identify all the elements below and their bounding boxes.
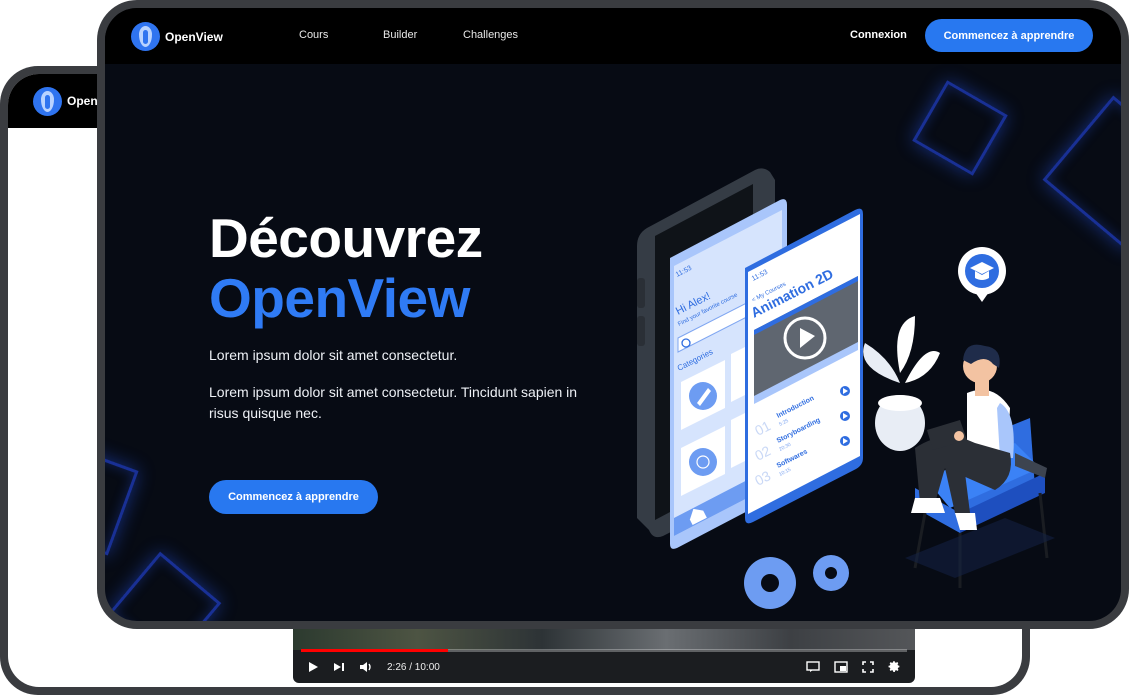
video-right-controls	[806, 660, 901, 675]
miniplayer-icon[interactable]	[834, 660, 848, 675]
neon-square-decoration	[912, 80, 1008, 176]
fullscreen-icon[interactable]	[862, 660, 874, 675]
volume-icon[interactable]	[359, 661, 373, 675]
front-tablet-frame: OpenView Cours Builder Challenges Connex…	[97, 0, 1129, 629]
hero-paragraph-2: Lorem ipsum dolor sit amet consectetur. …	[209, 384, 578, 421]
video-time: 2:26 / 10:00	[387, 662, 440, 673]
hero-title-line1: Découvrez	[209, 207, 483, 269]
neon-square-decoration	[108, 551, 222, 621]
brand-name[interactable]: OpenView	[165, 30, 223, 44]
graduation-cap-icon	[958, 247, 1006, 302]
settings-icon[interactable]	[888, 660, 901, 675]
nav-link-challenges[interactable]: Challenges	[463, 29, 518, 41]
nav-start-learning-button[interactable]: Commencez à apprendre	[925, 19, 1093, 52]
play-icon[interactable]	[307, 661, 319, 675]
subtitles-icon[interactable]	[806, 660, 820, 675]
brand-logo[interactable]: OpenView	[131, 22, 223, 51]
navbar: OpenView Cours Builder Challenges Connex…	[105, 8, 1121, 64]
video-controls: 2:26 / 10:00	[293, 652, 915, 683]
hero-start-learning-button[interactable]: Commencez à apprendre	[209, 480, 378, 514]
logo-icon[interactable]	[131, 22, 160, 51]
hero-paragraph-1: Lorem ipsum dolor sit amet consectetur.	[209, 347, 458, 363]
nav-link-builder[interactable]: Builder	[383, 29, 417, 41]
neon-square-decoration	[105, 450, 139, 556]
login-link[interactable]: Connexion	[850, 29, 907, 41]
next-icon[interactable]	[333, 661, 345, 675]
video-player[interactable]: 2:26 / 10:00	[293, 628, 915, 683]
nav-link-cours[interactable]: Cours	[299, 29, 328, 41]
video-frame[interactable]	[293, 628, 915, 650]
logo-icon[interactable]	[33, 86, 62, 116]
hero-illustration: 11:53 Hi Alex! Find your favorite course…	[637, 168, 1055, 609]
gears-illustration	[744, 555, 849, 609]
front-tablet-screen: OpenView Cours Builder Challenges Connex…	[105, 8, 1121, 621]
hero-title-line2: OpenView	[209, 267, 470, 329]
